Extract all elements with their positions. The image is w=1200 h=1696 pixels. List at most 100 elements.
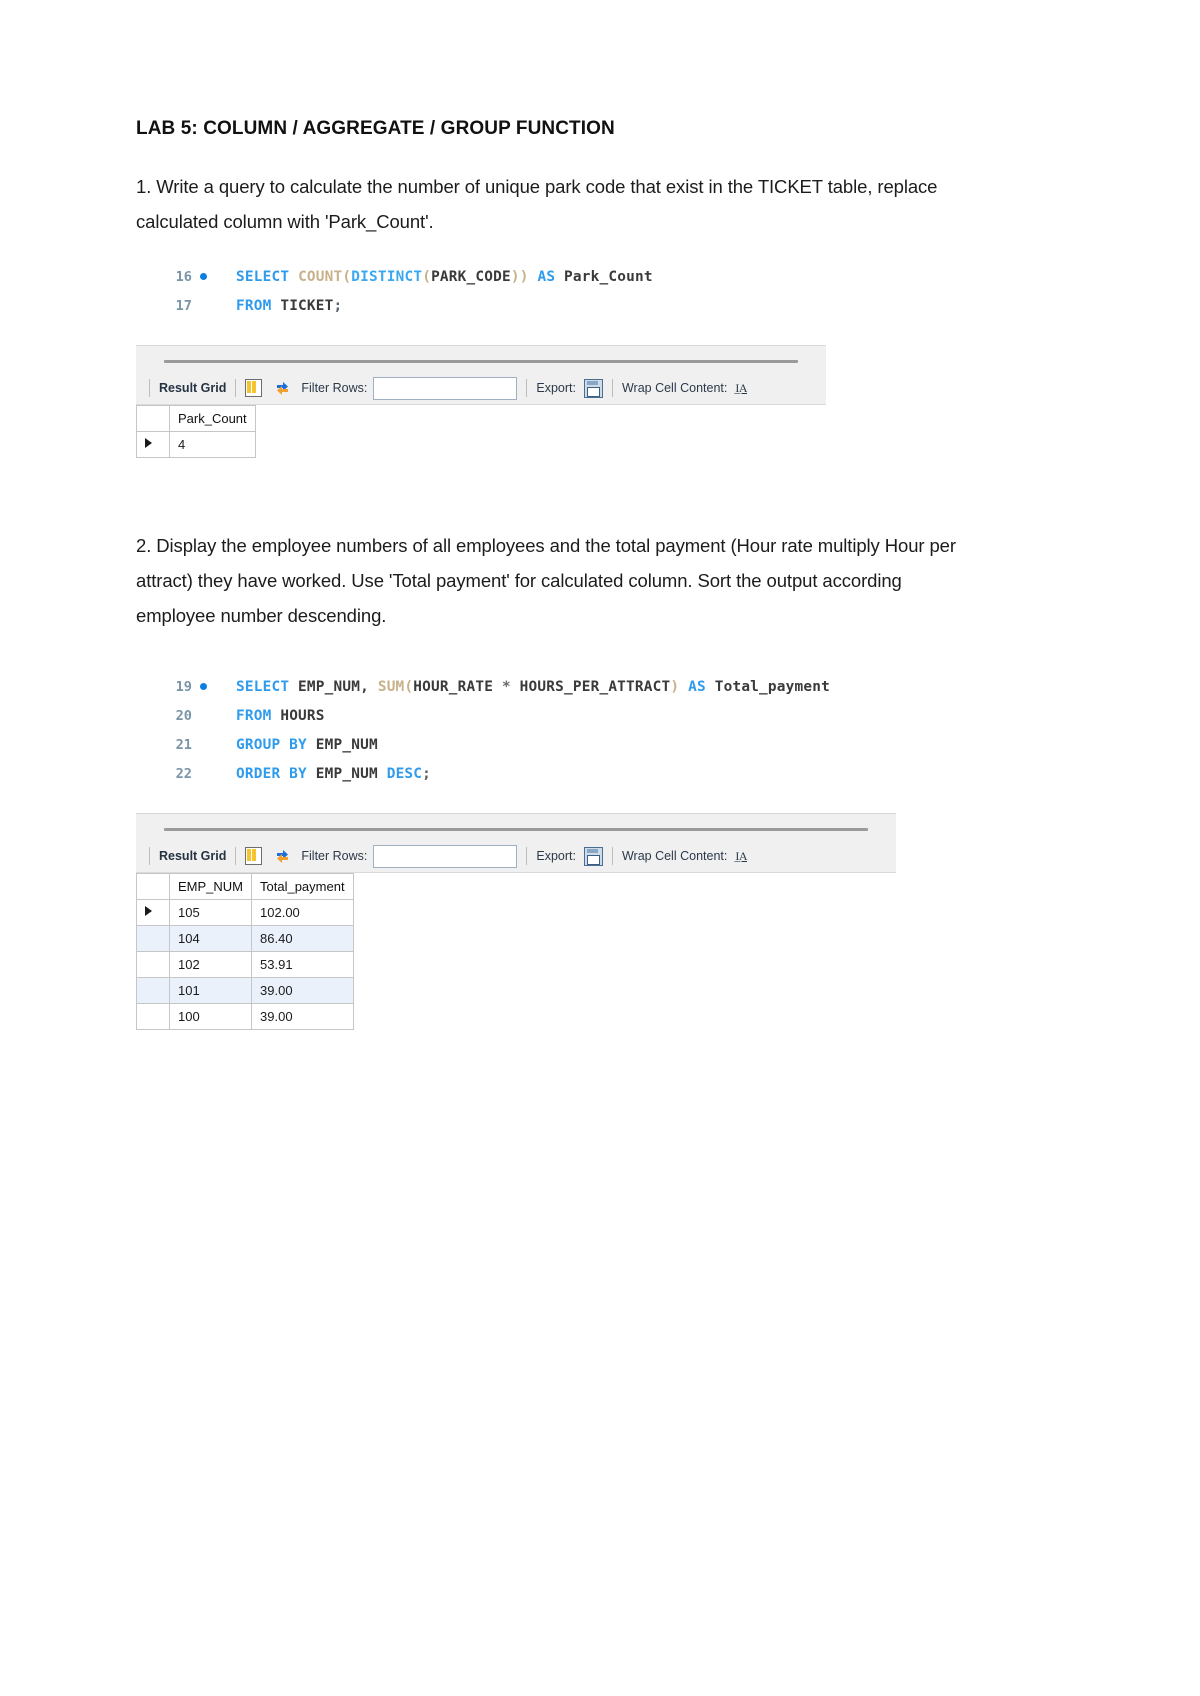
current-row-marker-icon[interactable] — [136, 430, 170, 458]
code-line-text[interactable]: FROM HOURS — [236, 702, 325, 731]
code-token: FROM — [236, 707, 272, 724]
refresh-icon[interactable] — [274, 849, 291, 864]
filter-rows-label: Filter Rows: — [301, 381, 368, 396]
code-line-text[interactable]: FROM TICKET; — [236, 292, 342, 321]
export-save-icon[interactable] — [583, 378, 603, 398]
code-token: COUNT — [298, 268, 343, 285]
row-marker[interactable] — [136, 950, 170, 978]
result-panel-splitter-area — [136, 812, 896, 841]
table-row[interactable]: 100 39.00 — [136, 1002, 354, 1030]
triangle-right-icon — [145, 437, 152, 448]
row-marker-header — [136, 404, 170, 432]
code-token: ; — [422, 765, 432, 782]
code-line: 19 SELECT EMP_NUM, SUM(HOUR_RATE * HOURS_… — [158, 673, 986, 702]
filter-rows-label: Filter Rows: — [301, 849, 368, 864]
export-save-icon[interactable] — [583, 846, 603, 866]
column-header[interactable]: Total_payment — [251, 872, 354, 900]
code-line-text[interactable]: SELECT EMP_NUM, SUM(HOUR_RATE * HOURS_PE… — [236, 673, 830, 702]
code-token: ORDER BY — [236, 765, 307, 782]
table-row[interactable]: 101 39.00 — [136, 976, 354, 1004]
code-token: AS — [688, 678, 706, 695]
table-cell[interactable]: 105 — [168, 898, 253, 926]
column-header[interactable]: EMP_NUM — [168, 872, 253, 900]
code-line: 21 GROUP BY EMP_NUM — [158, 731, 986, 760]
table-row[interactable]: 4 — [136, 430, 256, 458]
table-cell[interactable]: 100 — [168, 1002, 253, 1030]
statement-marker-icon — [192, 263, 214, 292]
triangle-right-icon — [145, 905, 152, 916]
toolbar-divider — [611, 379, 613, 398]
table-cell[interactable]: 101 — [168, 976, 253, 1004]
filter-rows-input[interactable] — [373, 844, 518, 868]
table-cell[interactable]: 4 — [169, 430, 256, 458]
toolbar-divider — [526, 847, 528, 866]
panel-splitter-handle[interactable] — [164, 359, 798, 363]
code-token: )) — [510, 268, 529, 285]
table-header-row: EMP_NUM Total_payment — [136, 872, 354, 900]
grid-view-icon[interactable] — [245, 379, 263, 398]
table-cell[interactable]: 102 — [168, 950, 253, 978]
export-label: Export: — [536, 849, 576, 864]
table-cell[interactable]: 39.00 — [251, 1002, 354, 1030]
table-cell[interactable]: 104 — [168, 924, 253, 952]
row-marker[interactable] — [136, 976, 170, 1004]
row-marker[interactable] — [136, 1002, 170, 1030]
code-token: HOURS_PER_ATTRACT — [510, 678, 671, 695]
result-grid-toolbar-2: Result Grid Filter Rows: Export: Wrap Ce… — [136, 840, 896, 873]
code-token: DISTINCT — [351, 268, 423, 285]
code-token: AS — [537, 268, 556, 285]
code-line-number: 20 — [175, 707, 192, 724]
wrap-cell-content-label: Wrap Cell Content: — [621, 381, 728, 396]
table-cell[interactable]: 39.00 — [251, 976, 354, 1004]
code-line-text[interactable]: GROUP BY EMP_NUM — [236, 731, 378, 760]
result-grid-table-2[interactable]: EMP_NUM Total_payment 105 102.00 104 86.40 102… — [136, 872, 354, 1030]
document-page: LAB 5: COLUMN / AGGREGATE / GROUP FUNCTI… — [0, 0, 1200, 1696]
sql-code-block-1: 16 SELECT COUNT(DISTINCT(PARK_CODE)) AS P… — [158, 263, 986, 321]
current-row-marker-icon[interactable] — [136, 898, 170, 926]
toolbar-divider — [526, 379, 528, 398]
column-header[interactable]: Park_Count — [169, 404, 256, 432]
table-row[interactable]: 102 53.91 — [136, 950, 354, 978]
wrap-cell-content-label: Wrap Cell Content: — [621, 849, 728, 864]
code-line-text[interactable]: SELECT COUNT(DISTINCT(PARK_CODE)) AS Par… — [236, 263, 653, 292]
table-row[interactable]: 105 102.00 — [136, 898, 354, 926]
code-token: PARK_CODE — [431, 268, 511, 285]
result-grid-label: Result Grid — [159, 849, 227, 864]
code-token: * — [501, 678, 511, 695]
code-token: HOUR_RATE — [413, 678, 502, 695]
code-line: 20 FROM HOURS — [158, 702, 986, 731]
code-token: ; — [333, 297, 343, 314]
sql-code-block-2: 19 SELECT EMP_NUM, SUM(HOUR_RATE * HOURS_… — [158, 673, 986, 789]
toolbar-divider — [611, 847, 613, 866]
code-token: HOURS — [271, 707, 325, 724]
table-cell[interactable]: 86.40 — [251, 924, 354, 952]
filter-rows-input[interactable] — [373, 376, 518, 400]
row-marker[interactable] — [136, 924, 170, 952]
table-cell[interactable]: 102.00 — [251, 898, 354, 926]
statement-marker-icon — [192, 673, 214, 702]
panel-splitter-handle[interactable] — [164, 827, 868, 831]
export-label: Export: — [536, 381, 576, 396]
wrap-text-icon[interactable]: I̲A — [735, 381, 747, 396]
code-line-text[interactable]: ORDER BY EMP_NUM DESC; — [236, 760, 431, 789]
wrap-text-icon[interactable]: I̲A — [735, 849, 747, 864]
code-token: EMP_NUM — [306, 765, 387, 782]
code-token: ( — [422, 268, 432, 285]
table-cell[interactable]: 53.91 — [251, 950, 354, 978]
row-marker-header — [136, 872, 170, 900]
grid-view-icon[interactable] — [245, 847, 263, 866]
refresh-icon[interactable] — [274, 381, 291, 396]
code-token: DESC — [386, 765, 423, 782]
table-row[interactable]: 104 86.40 — [136, 924, 354, 952]
code-line: 16 SELECT COUNT(DISTINCT(PARK_CODE)) AS P… — [158, 263, 986, 292]
toolbar-divider — [149, 847, 150, 866]
page-title: LAB 5: COLUMN / AGGREGATE / GROUP FUNCTI… — [136, 118, 615, 139]
code-token: ) — [670, 678, 680, 695]
code-token: EMP_NUM — [306, 736, 378, 753]
code-line-number: 21 — [175, 736, 192, 753]
result-grid-table-1[interactable]: Park_Count 4 — [136, 404, 256, 458]
